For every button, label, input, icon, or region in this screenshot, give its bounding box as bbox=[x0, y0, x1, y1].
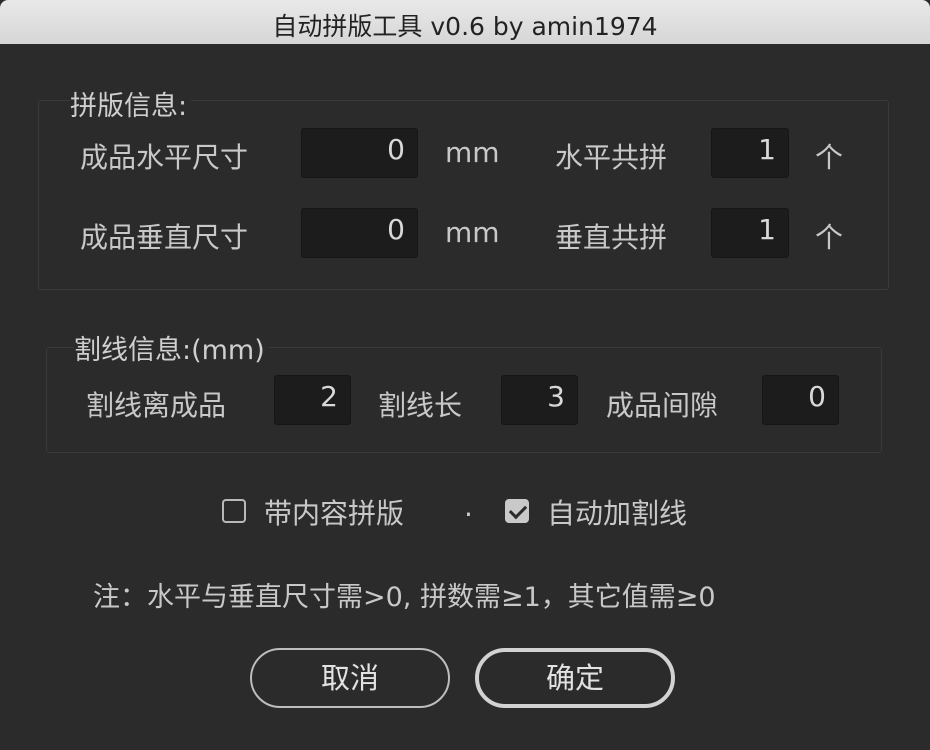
cut-offset-input[interactable]: 2 bbox=[274, 375, 351, 425]
title-bar: 自动拼版工具 v0.6 by amin1974 bbox=[0, 0, 930, 45]
window-title: 自动拼版工具 v0.6 by amin1974 bbox=[272, 12, 658, 41]
h-count-unit: 个 bbox=[815, 141, 844, 174]
gap-label: 成品间隙 bbox=[606, 389, 719, 422]
width-unit: mm bbox=[445, 136, 500, 169]
cut-info-title: 割线信息:(mm) bbox=[74, 328, 269, 367]
v-count-label: 垂直共拼 bbox=[555, 221, 668, 254]
auto-cut-label[interactable]: 自动加割线 bbox=[547, 492, 687, 532]
dialog-body: 拼版信息: 成品水平尺寸 0 mm 水平共拼 1 个 成品垂直尺寸 0 mm 垂… bbox=[0, 44, 930, 750]
cut-offset-label: 割线离成品 bbox=[86, 389, 227, 422]
cut-length-label: 割线长 bbox=[378, 389, 463, 422]
height-input[interactable]: 0 bbox=[301, 208, 418, 258]
width-input[interactable]: 0 bbox=[301, 128, 418, 178]
with-content-label[interactable]: 带内容拼版 bbox=[264, 492, 404, 532]
h-count-input[interactable]: 1 bbox=[711, 128, 789, 178]
v-count-unit: 个 bbox=[815, 221, 844, 254]
with-content-checkbox[interactable] bbox=[222, 499, 246, 523]
layout-info-title: 拼版信息: bbox=[70, 84, 192, 123]
auto-cut-checkbox[interactable] bbox=[505, 499, 529, 523]
width-label: 成品水平尺寸 bbox=[80, 141, 249, 174]
note-text: 注：水平与垂直尺寸需>0, 拼数需≥1，其它值需≥0 bbox=[93, 582, 716, 613]
gap-input[interactable]: 0 bbox=[762, 375, 839, 425]
h-count-label: 水平共拼 bbox=[555, 141, 668, 174]
options-separator: . bbox=[464, 490, 473, 523]
ok-button[interactable]: 确定 bbox=[475, 648, 675, 708]
height-unit: mm bbox=[445, 216, 500, 249]
cancel-button[interactable]: 取消 bbox=[250, 648, 450, 708]
v-count-input[interactable]: 1 bbox=[711, 208, 789, 258]
cut-length-input[interactable]: 3 bbox=[501, 375, 578, 425]
height-label: 成品垂直尺寸 bbox=[80, 221, 249, 254]
